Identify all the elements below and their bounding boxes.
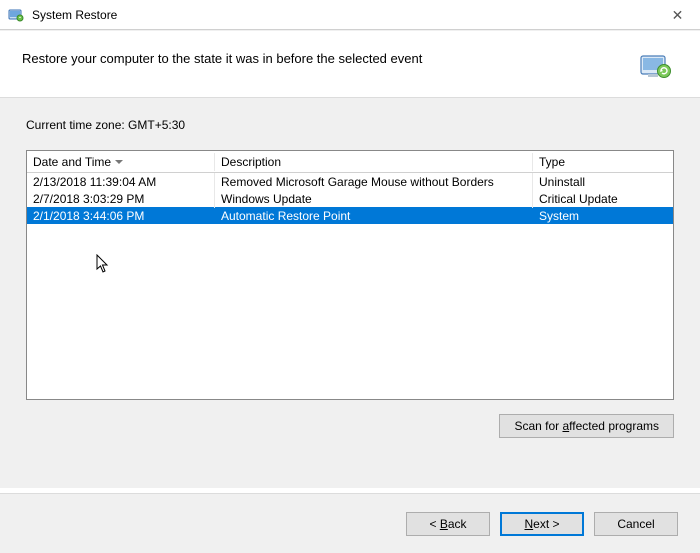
page-heading: Restore your computer to the state it wa…	[22, 49, 638, 66]
wizard-body: Current time zone: GMT+5:30 Date and Tim…	[0, 98, 700, 488]
cancel-button[interactable]: Cancel	[594, 512, 678, 536]
cell-description: Automatic Restore Point	[215, 207, 533, 225]
wizard-footer: < Back Next > Cancel	[0, 493, 700, 553]
scan-affected-button[interactable]: Scan for affected programs	[499, 414, 674, 438]
close-button[interactable]: ✕	[655, 0, 700, 30]
cell-date: 2/7/2018 3:03:29 PM	[27, 190, 215, 208]
column-type[interactable]: Type	[533, 153, 673, 171]
table-body: 2/13/2018 11:39:04 AMRemoved Microsoft G…	[27, 173, 673, 224]
cell-description: Removed Microsoft Garage Mouse without B…	[215, 173, 533, 191]
scan-row: Scan for affected programs	[26, 414, 674, 438]
back-button[interactable]: < Back	[406, 512, 490, 536]
wizard-header: Restore your computer to the state it wa…	[0, 30, 700, 98]
app-icon	[8, 7, 24, 23]
column-date-label: Date and Time	[33, 155, 111, 169]
cell-date: 2/1/2018 3:44:06 PM	[27, 207, 215, 225]
title-bar: System Restore ✕	[0, 0, 700, 30]
restore-icon	[638, 49, 672, 83]
close-icon: ✕	[672, 7, 684, 24]
column-description-label: Description	[221, 155, 281, 169]
column-date[interactable]: Date and Time	[27, 153, 215, 171]
cell-date: 2/13/2018 11:39:04 AM	[27, 173, 215, 191]
cell-description: Windows Update	[215, 190, 533, 208]
table-header: Date and Time Description Type	[27, 151, 673, 173]
column-type-label: Type	[539, 155, 565, 169]
column-description[interactable]: Description	[215, 153, 533, 171]
cell-type: Critical Update	[533, 190, 673, 208]
sort-desc-icon	[115, 160, 123, 164]
restore-points-table: Date and Time Description Type 2/13/2018…	[26, 150, 674, 400]
table-row[interactable]: 2/13/2018 11:39:04 AMRemoved Microsoft G…	[27, 173, 673, 190]
table-row[interactable]: 2/1/2018 3:44:06 PMAutomatic Restore Poi…	[27, 207, 673, 224]
window-title: System Restore	[32, 8, 117, 22]
next-button[interactable]: Next >	[500, 512, 584, 536]
table-row[interactable]: 2/7/2018 3:03:29 PMWindows UpdateCritica…	[27, 190, 673, 207]
timezone-label: Current time zone: GMT+5:30	[26, 118, 674, 132]
cell-type: System	[533, 207, 673, 225]
cell-type: Uninstall	[533, 173, 673, 191]
